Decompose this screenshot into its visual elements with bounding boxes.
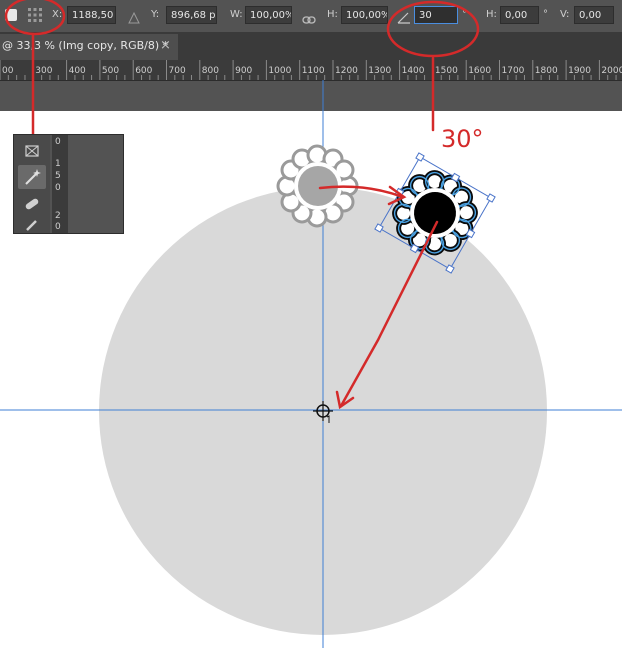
reference-grid-icon[interactable]: [27, 7, 43, 23]
vertical-ruler-label: 0: [55, 183, 61, 193]
vertical-ruler-label: 0: [55, 137, 61, 147]
ruler-label: 1500: [435, 66, 458, 76]
x-label: X:: [52, 9, 63, 20]
document-tab-bar: @ 33,3 % (Img copy, RGB/8) * ×: [0, 32, 622, 60]
ruler-label: 500: [102, 66, 119, 76]
y-label: Y:: [151, 9, 160, 20]
ruler-label: 1000: [268, 66, 291, 76]
angle-icon: [397, 9, 411, 24]
h-skew-field[interactable]: 0,00: [500, 6, 539, 24]
vertical-ruler-label: 1: [55, 159, 61, 169]
y-position-field[interactable]: 896,68 px: [166, 6, 217, 24]
ruler-label: 2000: [601, 66, 622, 76]
ruler-label: 600: [135, 66, 152, 76]
close-icon[interactable]: ×: [160, 38, 171, 53]
ruler-ticks: 00 300 400 500 600 700 800 900 1000 1100 1200 1300 1…: [0, 60, 622, 80]
document-tab[interactable]: @ 33,3 % (Img copy, RGB/8) * ×: [0, 34, 178, 60]
tools-panel: 0 1 5 0 2 0: [13, 134, 124, 234]
vertical-ruler-label: 2: [55, 211, 61, 221]
vertical-ruler-label: 5: [55, 171, 61, 181]
w-label: W:: [230, 9, 243, 20]
h-skew-degree-unit: °: [543, 9, 548, 20]
brush-tool-icon[interactable]: [24, 217, 40, 231]
h-label: H:: [327, 9, 338, 20]
magic-wand-tool-icon[interactable]: [18, 165, 46, 189]
ruler-label: 1400: [402, 66, 425, 76]
tool-preset-checkbox[interactable]: [5, 9, 17, 21]
ruler-label: 1300: [368, 66, 391, 76]
tools-column: [14, 135, 50, 233]
document-tab-title: @ 33,3 % (Img copy, RGB/8) *: [2, 39, 169, 52]
frame-tool-icon[interactable]: [24, 143, 40, 157]
horizontal-ruler[interactable]: 00 300 400 500 600 700 800 900 1000 1100 1200 1300 1…: [0, 60, 622, 81]
ruler-label: 1900: [568, 66, 591, 76]
ruler-label: 1800: [535, 66, 558, 76]
height-field[interactable]: 100,00%: [341, 6, 388, 24]
ruler-label: 00: [2, 66, 14, 76]
angle-field[interactable]: 30: [414, 6, 458, 24]
pasteboard: [0, 81, 622, 111]
healing-brush-tool-icon[interactable]: [22, 195, 42, 211]
ruler-label: 1600: [468, 66, 491, 76]
v-skew-field[interactable]: 0,00: [574, 6, 614, 24]
ruler-label: 1700: [502, 66, 525, 76]
vertical-ruler[interactable]: 0 1 5 0 2 0: [52, 135, 68, 233]
ruler-label: 400: [69, 66, 86, 76]
angle-degree-unit: °: [462, 9, 467, 20]
ruler-label: 700: [169, 66, 186, 76]
ruler-label: 300: [35, 66, 52, 76]
ruler-label: 1200: [335, 66, 358, 76]
ruler-label: 1100: [302, 66, 325, 76]
ruler-label: 900: [235, 66, 252, 76]
options-bar: X: 1188,50 px Y: 896,68 px W: 100,00% H:…: [0, 0, 622, 33]
ruler-label: 800: [202, 66, 219, 76]
chain-link-icon[interactable]: [302, 10, 316, 24]
triangle-icon[interactable]: [128, 9, 140, 24]
x-position-field[interactable]: 1188,50 px: [67, 6, 116, 24]
width-field[interactable]: 100,00%: [245, 6, 292, 24]
h-skew-label: H:: [486, 9, 497, 20]
v-skew-label: V:: [560, 9, 570, 20]
vertical-ruler-label: 0: [55, 222, 61, 232]
